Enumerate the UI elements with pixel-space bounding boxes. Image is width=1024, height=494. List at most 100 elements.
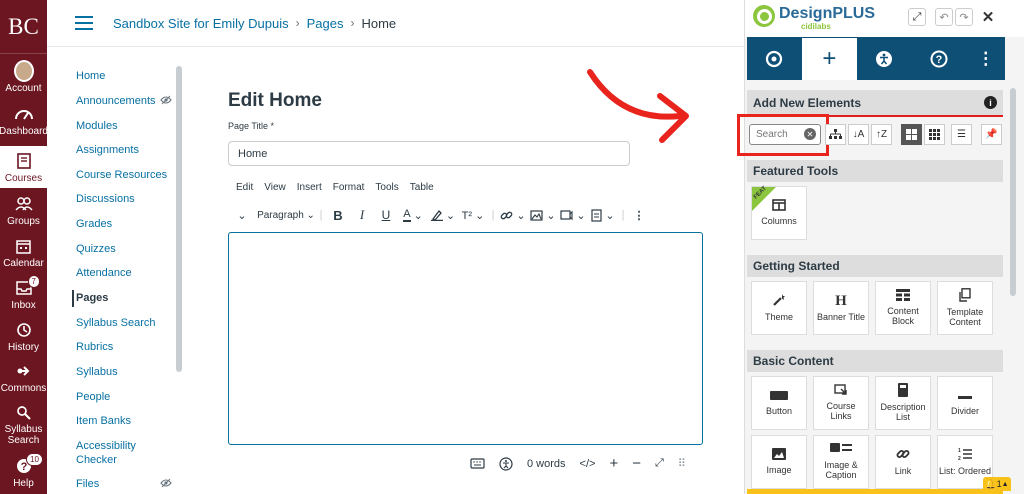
large-grid-view-icon[interactable]	[901, 124, 922, 145]
menu-edit[interactable]: Edit	[236, 182, 253, 193]
keyboard-icon[interactable]	[470, 458, 485, 469]
hamburger-menu-icon[interactable]	[75, 16, 93, 30]
global-nav-account[interactable]: Account	[0, 60, 47, 94]
tile-banner-title[interactable]: H Banner Title	[813, 281, 869, 335]
more-options-icon[interactable]: ⋮	[628, 205, 650, 225]
course-nav-grades[interactable]: Grades	[76, 218, 112, 230]
course-nav-discussions[interactable]: Discussions	[76, 193, 135, 205]
course-nav-course-resources[interactable]: Course Resources	[76, 169, 167, 181]
menu-insert[interactable]: Insert	[297, 182, 322, 193]
paragraph-select[interactable]: Paragraph ⌄	[256, 205, 316, 225]
course-nav-home[interactable]: Home	[76, 70, 105, 82]
menu-format[interactable]: Format	[333, 182, 365, 193]
global-nav-history[interactable]: History	[0, 320, 47, 353]
breadcrumb-pages[interactable]: Pages	[307, 16, 344, 31]
zoom-out-icon[interactable]: −	[632, 455, 641, 472]
course-nav-modules[interactable]: Modules	[76, 120, 118, 132]
tile-columns[interactable]: FEAT Columns	[751, 186, 807, 240]
info-icon[interactable]: i	[984, 96, 997, 109]
text-color-icon[interactable]: A ⌄	[398, 205, 428, 225]
toolbar-divider: |	[621, 209, 625, 221]
expand-icon[interactable]: ⤢	[908, 8, 926, 26]
accessibility-icon[interactable]	[499, 456, 513, 471]
global-nav-dashboard[interactable]: Dashboard	[0, 104, 48, 137]
media-icon[interactable]: ⌄	[558, 205, 588, 225]
global-nav-commons[interactable]: Commons	[0, 361, 47, 394]
global-nav-inbox[interactable]: 7 Inbox	[0, 275, 47, 311]
image-icon[interactable]: ⌄	[528, 205, 558, 225]
document-icon[interactable]: ⌄	[588, 205, 618, 225]
bold-icon[interactable]: B	[326, 205, 350, 225]
italic-icon[interactable]: I	[350, 205, 374, 225]
global-nav-syllabus-search[interactable]: Syllabus Search	[0, 402, 47, 446]
fullscreen-icon[interactable]: ⤢	[655, 457, 664, 470]
global-nav-calendar[interactable]: Calendar	[0, 236, 47, 269]
tile-course-links[interactable]: Course Links	[813, 376, 869, 430]
course-nav-item-banks[interactable]: Item Banks	[76, 415, 131, 427]
chevron-down-icon[interactable]: ⌄	[228, 205, 256, 225]
eye-icon	[160, 95, 172, 108]
course-nav-files[interactable]: Files	[76, 478, 99, 490]
highlight-color-icon[interactable]: ⌄	[428, 205, 458, 225]
list-view-icon[interactable]: ☰	[951, 124, 972, 145]
close-icon[interactable]: ✕	[979, 8, 997, 26]
inbox-badge: 7	[27, 275, 40, 288]
tab-help-icon[interactable]: ?	[912, 37, 967, 80]
tab-add-icon[interactable]: +	[801, 37, 857, 80]
institution-logo[interactable]: BC	[0, 0, 47, 54]
page-title-input[interactable]: Home	[228, 141, 630, 166]
redo-icon[interactable]: ↷	[955, 8, 973, 26]
global-nav-groups[interactable]: Groups	[0, 194, 47, 227]
course-nav-accessibility-checker[interactable]: Accessibility Checker	[76, 440, 156, 468]
tile-content-block[interactable]: Content Block	[875, 281, 931, 335]
tile-image[interactable]: Image	[751, 435, 807, 489]
panel-scrollbar[interactable]	[1007, 40, 1019, 490]
word-count[interactable]: 0 words	[527, 458, 566, 470]
global-nav-label: Courses	[4, 173, 43, 184]
tile-description-list[interactable]: Description List	[875, 376, 931, 430]
course-nav-assignments[interactable]: Assignments	[76, 144, 139, 156]
menu-tools[interactable]: Tools	[375, 182, 398, 193]
underline-icon[interactable]: U	[374, 205, 398, 225]
menu-table[interactable]: Table	[410, 182, 434, 193]
copy-icon	[959, 288, 971, 305]
heading-icon: H	[835, 293, 847, 310]
course-nav-syllabus[interactable]: Syllabus	[76, 366, 118, 378]
tile-theme[interactable]: Theme	[751, 281, 807, 335]
course-nav-attendance[interactable]: Attendance	[76, 267, 132, 279]
menu-view[interactable]: View	[264, 182, 286, 193]
course-nav-scrollbar[interactable]	[176, 66, 182, 372]
global-nav-help[interactable]: ? 10 Help	[0, 453, 47, 489]
breadcrumb-course[interactable]: Sandbox Site for Emily Dupuis	[113, 16, 289, 31]
superscript-icon[interactable]: T² ⌄	[458, 205, 488, 225]
course-nav-people[interactable]: People	[76, 391, 110, 403]
category-view-icon[interactable]	[825, 124, 846, 145]
tab-accessibility-icon[interactable]	[857, 37, 912, 80]
course-nav-rubrics[interactable]: Rubrics	[76, 341, 113, 353]
global-nav-courses[interactable]: Courses	[0, 146, 47, 188]
tile-divider[interactable]: Divider	[937, 376, 993, 430]
course-nav-announcements[interactable]: Announcements	[76, 95, 156, 107]
undo-icon[interactable]: ↶	[935, 8, 953, 26]
resize-handle-icon[interactable]: ⠿	[678, 457, 686, 470]
html-editor-icon[interactable]: </>	[580, 458, 596, 470]
sort-descending-icon[interactable]: ↑Z	[871, 124, 892, 145]
required-mark: *	[270, 121, 275, 131]
small-grid-view-icon[interactable]	[924, 124, 945, 145]
zoom-in-icon[interactable]: +	[609, 455, 618, 472]
course-nav-pages[interactable]: Pages	[71, 290, 108, 307]
tile-image-caption[interactable]: Image & Caption	[813, 435, 869, 489]
sort-ascending-icon[interactable]: ↓A	[848, 124, 869, 145]
chevron-right-icon: ›	[350, 16, 355, 30]
tab-more-icon[interactable]: ⋮	[967, 37, 1005, 80]
notification-button[interactable]: 🔔 1 ▲	[983, 477, 1011, 491]
tab-target-icon[interactable]	[747, 37, 802, 80]
course-nav-syllabus-search[interactable]: Syllabus Search	[76, 317, 156, 329]
link-icon[interactable]: ⌄	[498, 205, 528, 225]
tile-template-content[interactable]: Template Content	[937, 281, 993, 335]
course-nav-quizzes[interactable]: Quizzes	[76, 243, 116, 255]
tile-button[interactable]: Button	[751, 376, 807, 430]
pin-icon[interactable]: 📌	[981, 124, 1002, 145]
rich-content-editor[interactable]	[228, 232, 703, 445]
tile-link[interactable]: Link	[875, 435, 931, 489]
